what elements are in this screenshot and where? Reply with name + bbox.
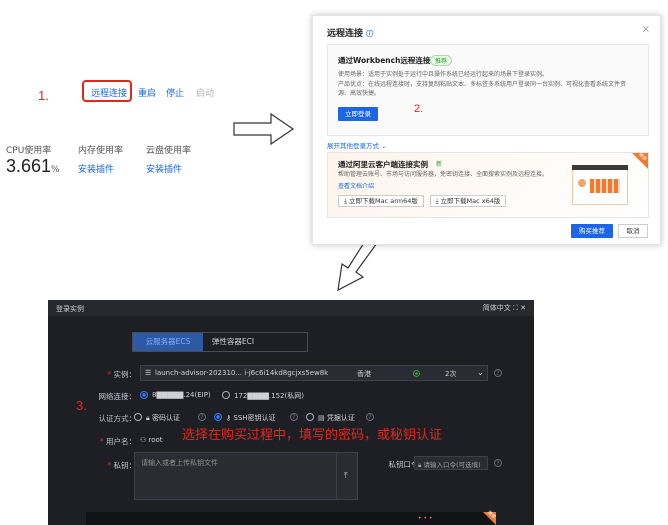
user-icon: ⚇ (140, 436, 147, 444)
step-2-marker: 2. (414, 103, 424, 115)
expand-icon[interactable]: ⛶ (513, 304, 518, 312)
dialog-title: 远程连接 ⓘ (327, 29, 374, 39)
passphrase-placeholder: 🔒︎ 请输入口令(可选填) (418, 461, 481, 469)
chevron-down-icon: ⌄ (381, 142, 387, 150)
cpu-usage-value: 3.661% (6, 156, 60, 176)
network-eip-radio[interactable] (140, 391, 148, 399)
passphrase-input[interactable]: 🔒︎ 请输入口令(可选填) (414, 456, 488, 470)
recommend-tag: 推荐 (430, 55, 453, 66)
key-icon: ⚷ (226, 414, 232, 422)
auth-password-option[interactable]: 🔒︎ 密码认证 (146, 413, 180, 423)
titlebar-tools: 简体中文 ⛶ ✕ (483, 303, 526, 313)
new-tag: 新 (436, 161, 443, 168)
network-private-radio[interactable] (222, 391, 230, 399)
download-mac-x64-button[interactable]: ⤓ 立即下载Mac x64版 (430, 195, 506, 207)
help-icon[interactable]: ? (290, 413, 298, 421)
right-arrow-icon (233, 112, 295, 146)
help-icon[interactable]: ? (494, 369, 502, 377)
help-icon[interactable]: ? (366, 413, 374, 421)
auth-credential-option[interactable]: ▤ 凭据认证 (318, 413, 355, 423)
bottom-banner: • • • 推荐 (86, 510, 496, 525)
upload-icon: ⤒ (344, 471, 348, 480)
purchase-recommend-button[interactable]: 购买推荐 (571, 224, 613, 238)
language-switch[interactable]: 简体中文 (483, 304, 511, 312)
help-icon[interactable]: ? (198, 413, 206, 421)
login-count: 2次 (445, 370, 457, 378)
workbench-title: 通过Workbench远程连接 (338, 56, 431, 65)
download-icon: ⤓ (435, 197, 439, 205)
instance-select[interactable]: ☰ launch-advisor-202310... i-j6c6i14kd8g… (140, 365, 488, 381)
cpu-usage-label: CPU使用率 (6, 146, 52, 156)
start-link: 启动 (196, 89, 215, 99)
workbench-card: 通过Workbench远程连接 推荐 使用场景：适用于实例处于运行中且操作系统已… (327, 44, 649, 136)
private-key-placeholder: 请输入或者上传私钥文件 (141, 459, 218, 467)
disk-usage-label: 云盘使用率 (146, 146, 192, 156)
instance-value: launch-advisor-202310... i-j6c6i14kd8gcj… (155, 369, 329, 377)
instance-label: * 实例： (107, 370, 136, 379)
remote-connect-dialog: 远程连接 ⓘ × 通过Workbench远程连接 推荐 使用场景：适用于实例处于… (312, 15, 661, 245)
workbench-scenario: 使用场景：适用于实例处于运行中且操作系统已经运行起来的场景下登录实例。 (338, 71, 549, 78)
private-key-label: * 私钥： (107, 461, 136, 470)
list-icon: ☰ (145, 369, 152, 377)
network-private-option[interactable]: 172▇▇▇▇.152(私网) (234, 391, 304, 401)
instance-region: 香港 (357, 370, 371, 378)
workbench-advantages: 产品优点：在线远程连接时，支持复制粘贴文本、多标签多系统用户登录同一台实例、可视… (338, 81, 627, 88)
auth-credential-radio[interactable] (306, 413, 314, 421)
login-instance-dialog: 登录实例 简体中文 ⛶ ✕ 云服务器ECS 弹性容器ECI 3. * 实例： ☰… (48, 300, 534, 525)
client-desc: 帮助管理云账号、市场与访问服务器，免密钥连接、全面搜索实例及远程连接。 (338, 171, 549, 178)
upload-key-button[interactable]: ⤒ (336, 452, 358, 500)
close-icon[interactable]: × (642, 24, 650, 35)
tab-ecs[interactable]: 云服务器ECS (133, 333, 203, 351)
password-note-annotation: 选择在购买过程中，填写的密码，或秘钥认证 (182, 428, 443, 443)
memory-install-plugin-link[interactable]: 安装插件 (78, 162, 114, 175)
close-icon[interactable]: ✕ (520, 304, 526, 312)
credential-icon: ▤ (318, 414, 325, 422)
download-mac-arm-button[interactable]: ⤓ 立即下载Mac arm64版 (338, 195, 424, 207)
banner-dots: • • • (418, 515, 433, 522)
client-card: 通过阿里云客户端连接实例 新 帮助管理云账号、市场与访问服务器，免密钥连接、全面… (327, 152, 649, 218)
step-1-marker: 1. (38, 88, 49, 103)
login-now-button[interactable]: 立即登录 (338, 107, 378, 121)
download-icon: ⤓ (344, 197, 347, 205)
memory-usage-label: 内存使用率 (78, 146, 124, 156)
expand-other-methods-link[interactable]: 展开其他登录方式 ⌄ (327, 140, 387, 150)
chevron-down-icon: ⌄ (477, 368, 484, 377)
client-title: 通过阿里云客户端连接实例 (338, 160, 428, 169)
lock-icon: 🔒︎ (146, 414, 150, 422)
workbench-advantages-cont: 源、高效快捷。 (338, 90, 381, 97)
help-icon[interactable]: ⓘ (366, 30, 373, 38)
step-3-marker: 3. (76, 398, 87, 413)
network-eip-option[interactable]: 8▇▇▇▇▇.24(EIP) (152, 391, 211, 399)
help-icon[interactable]: ? (494, 459, 502, 467)
login-title: 登录实例 (56, 305, 84, 313)
username-value[interactable]: ⚇ root (140, 436, 163, 444)
auth-label: 认证方式： (98, 414, 137, 423)
remote-connect-link[interactable]: 远程连接 (91, 86, 127, 99)
view-docs-link[interactable]: 查看文档介绍 (338, 181, 374, 190)
login-titlebar: 登录实例 简体中文 ⛶ ✕ (48, 300, 534, 316)
restart-link[interactable]: 重启 (138, 86, 156, 99)
auth-ssh-radio[interactable] (214, 413, 222, 421)
auth-password-radio[interactable] (134, 413, 142, 421)
cancel-button[interactable]: 取消 (618, 224, 648, 238)
tab-eci[interactable]: 弹性容器ECI (203, 333, 263, 351)
private-key-textarea[interactable]: 请输入或者上传私钥文件 (134, 452, 358, 500)
network-label: 网络连接： (98, 392, 137, 401)
client-illustration (572, 161, 640, 213)
running-status-icon (413, 370, 420, 377)
stop-link[interactable]: 停止 (166, 86, 184, 99)
lock-icon: 🔒︎ (418, 461, 422, 469)
disk-install-plugin-link[interactable]: 安装插件 (146, 162, 182, 175)
auth-ssh-option[interactable]: ⚷ SSH密钥认证 (226, 413, 276, 423)
username-label: * 用户名： (99, 437, 136, 446)
login-tabs: 云服务器ECS 弹性容器ECI (132, 332, 308, 352)
